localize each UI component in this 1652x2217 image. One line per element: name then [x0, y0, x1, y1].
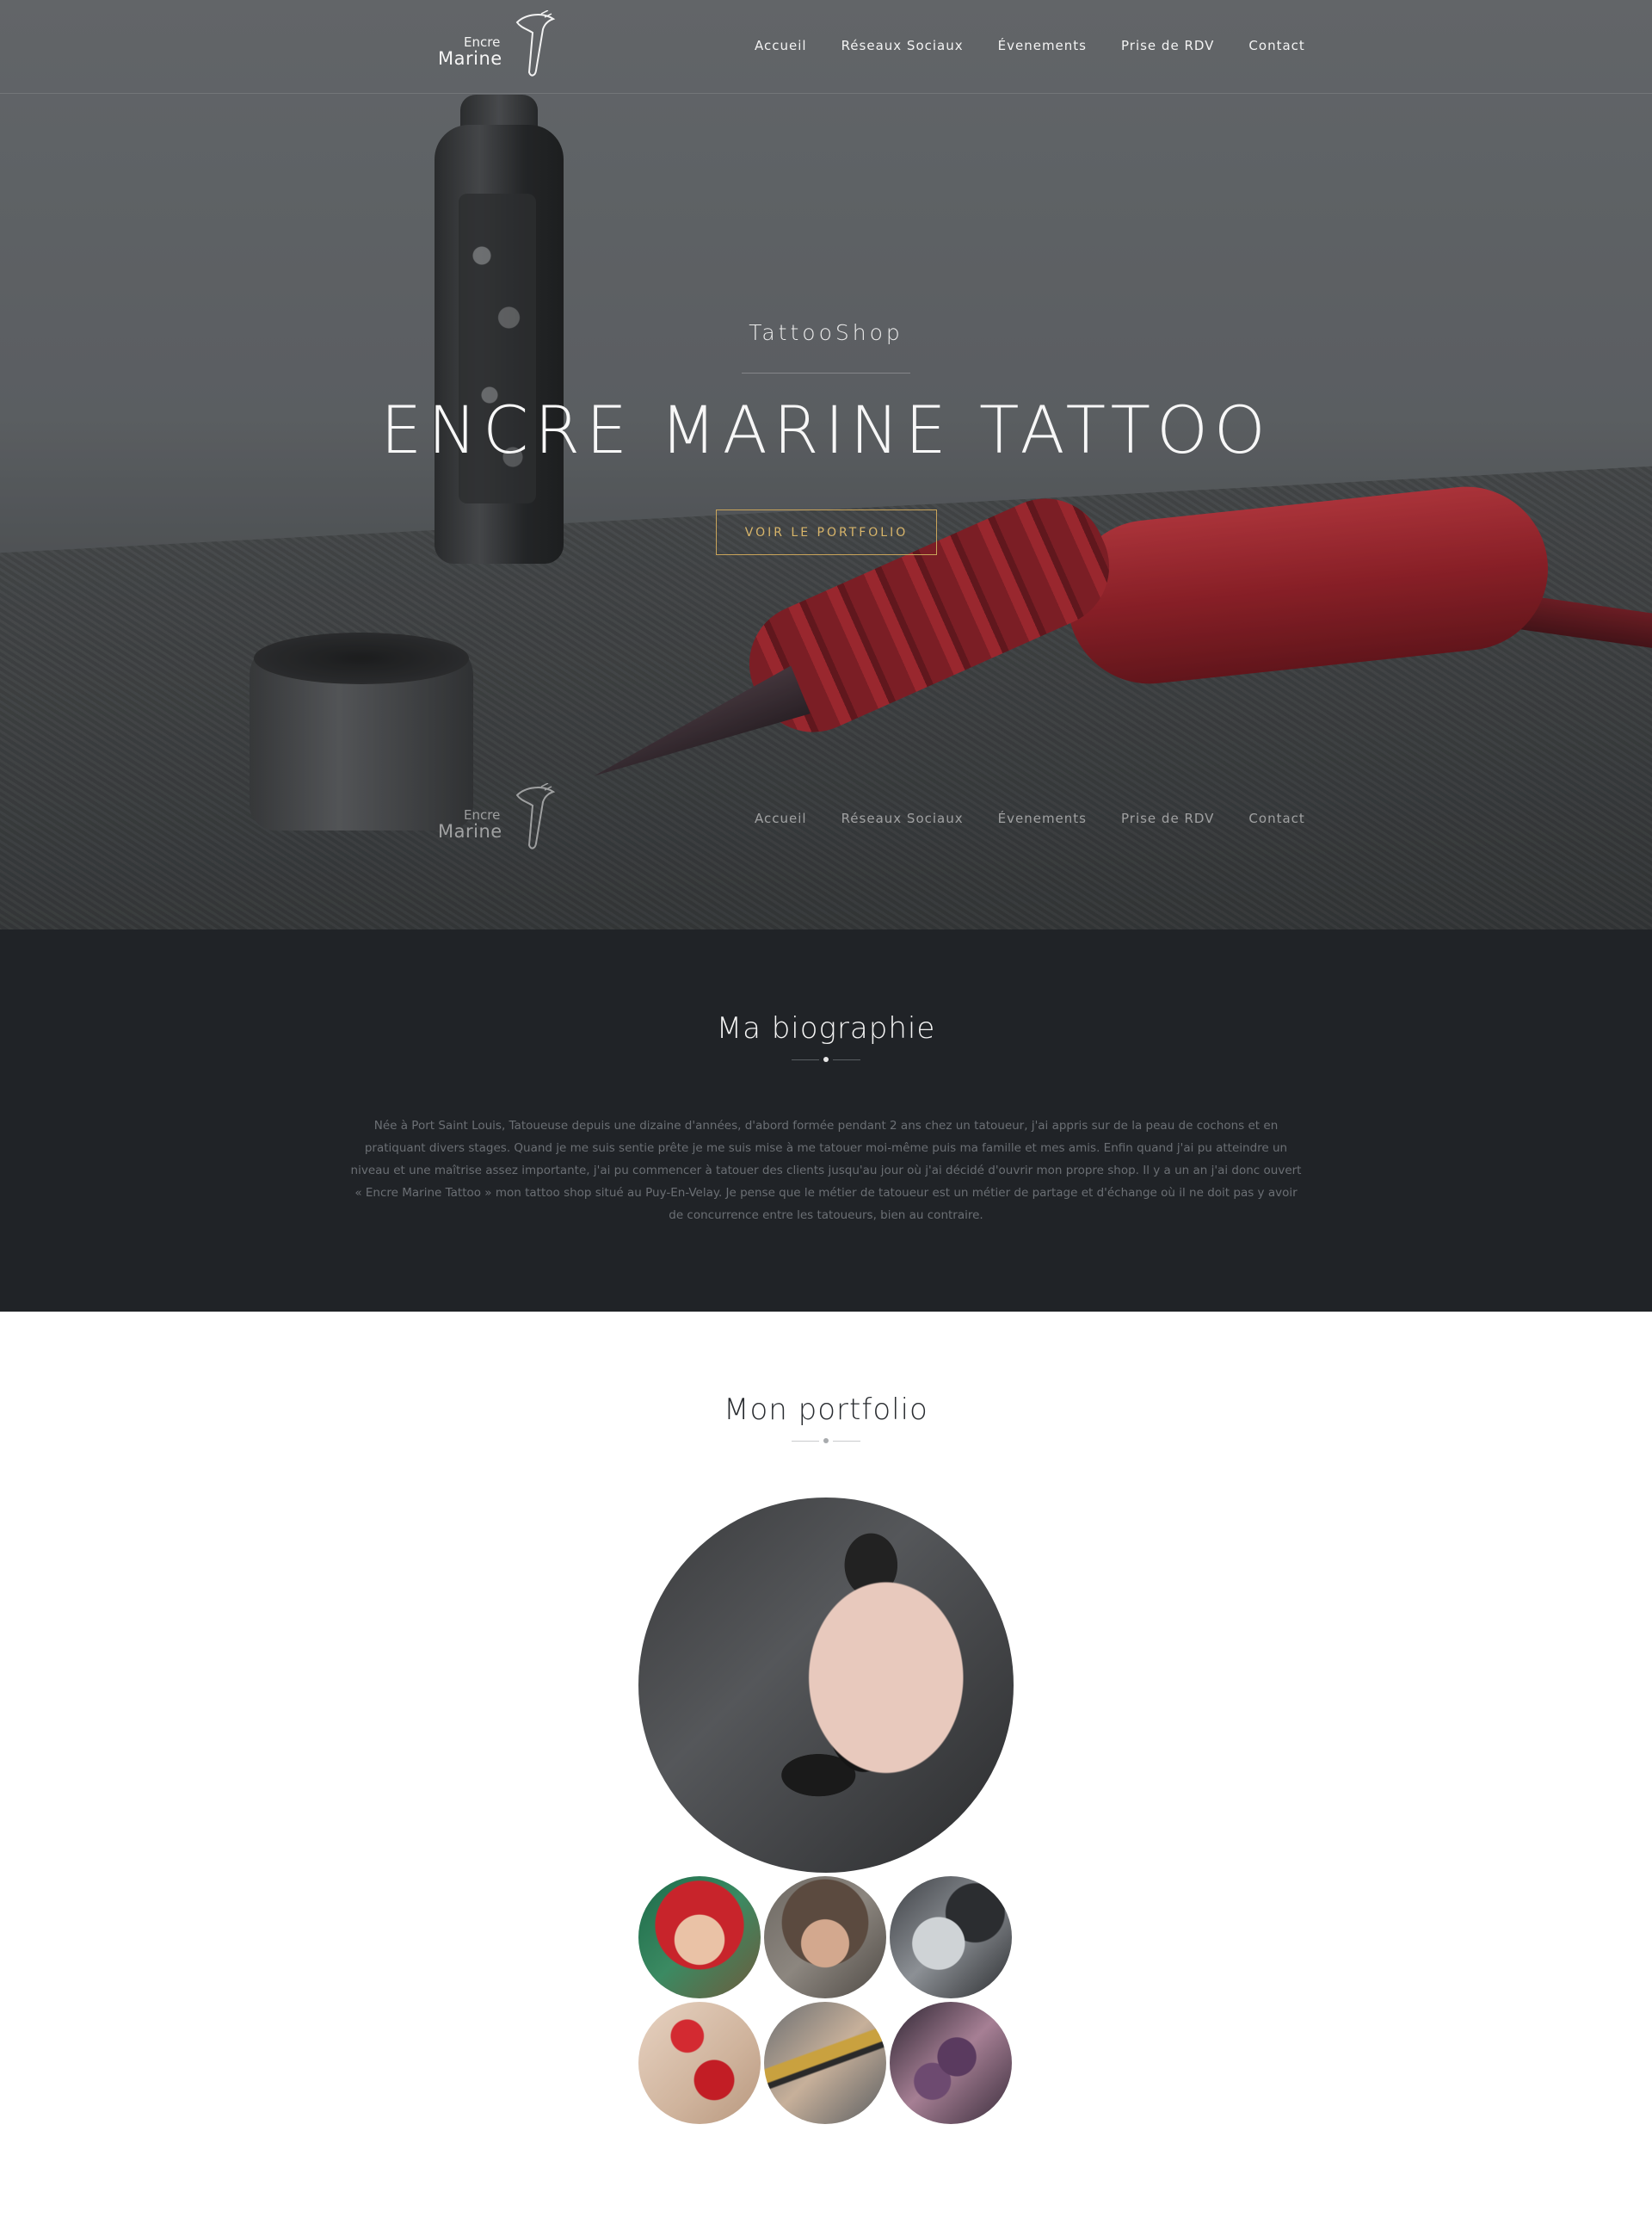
portfolio-featured-image[interactable]: [638, 1498, 1014, 1873]
nav-item-reseaux-sociaux[interactable]: Réseaux Sociaux: [841, 38, 964, 53]
ornament-line: [792, 1441, 819, 1442]
main-nav: Accueil Réseaux Sociaux Évenements Prise…: [755, 38, 1305, 53]
portfolio-thumbnail[interactable]: [764, 1876, 886, 1998]
portfolio-thumbnail[interactable]: [890, 2002, 1012, 2124]
ornament-dot: [823, 1057, 829, 1062]
ornament-line: [792, 1059, 819, 1060]
site-logo[interactable]: Encre Marine: [435, 10, 556, 81]
secondary-nav: Accueil Réseaux Sociaux Évenements Prise…: [755, 811, 1305, 826]
nav-item-contact[interactable]: Contact: [1248, 811, 1304, 826]
hero-section: Encre Marine Accueil Réseaux Sociaux Éve…: [0, 0, 1652, 929]
hero-title: ENCRE MARINE TATTOO: [380, 392, 1272, 468]
portfolio-thumbnail[interactable]: [638, 1876, 761, 1998]
portfolio-cta-button[interactable]: VOIR LE PORTFOLIO: [716, 509, 937, 555]
secondary-navbar: Encre Marine Accueil Réseaux Sociaux Éve…: [0, 773, 1652, 867]
nav-item-prise-de-rdv[interactable]: Prise de RDV: [1121, 38, 1214, 53]
portfolio-section: Mon portfolio: [0, 1312, 1652, 2217]
biography-text: Née à Port Saint Louis, Tatoueuse depuis…: [350, 1119, 1302, 1222]
nav-item-evenements[interactable]: Évenements: [998, 38, 1087, 53]
portfolio-title: Mon portfolio: [724, 1393, 928, 1427]
portfolio-thumbnail[interactable]: [890, 1876, 1012, 1998]
nav-item-accueil[interactable]: Accueil: [755, 38, 807, 53]
hero-divider: [742, 373, 910, 374]
hero-subtitle: TattooShop: [749, 320, 903, 345]
portfolio-thumbnail[interactable]: [638, 2002, 761, 2124]
logo-text-line2: Marine: [438, 48, 502, 69]
ornament-dot: [823, 1438, 829, 1443]
biography-title-ornament: [792, 1057, 860, 1064]
logo-text-line2: Marine: [438, 821, 502, 842]
ornament-line: [833, 1441, 860, 1442]
top-navbar: Encre Marine Accueil Réseaux Sociaux Éve…: [0, 0, 1652, 94]
nav-item-accueil[interactable]: Accueil: [755, 811, 807, 826]
biography-section: Ma biographie Née à Port Saint Louis, Ta…: [0, 929, 1652, 1312]
portfolio-title-ornament: [792, 1438, 860, 1445]
nav-item-reseaux-sociaux[interactable]: Réseaux Sociaux: [841, 811, 964, 826]
nav-item-contact[interactable]: Contact: [1248, 38, 1304, 53]
ornament-line: [833, 1059, 860, 1060]
nav-item-prise-de-rdv[interactable]: Prise de RDV: [1121, 811, 1214, 826]
portfolio-thumbnail[interactable]: [764, 2002, 886, 2124]
tattoo-machine-icon: [515, 10, 556, 77]
nav-item-evenements[interactable]: Évenements: [998, 811, 1087, 826]
biography-title: Ma biographie: [716, 1011, 936, 1046]
tattoo-machine-icon: [515, 783, 556, 849]
secondary-site-logo[interactable]: Encre Marine: [435, 783, 556, 854]
